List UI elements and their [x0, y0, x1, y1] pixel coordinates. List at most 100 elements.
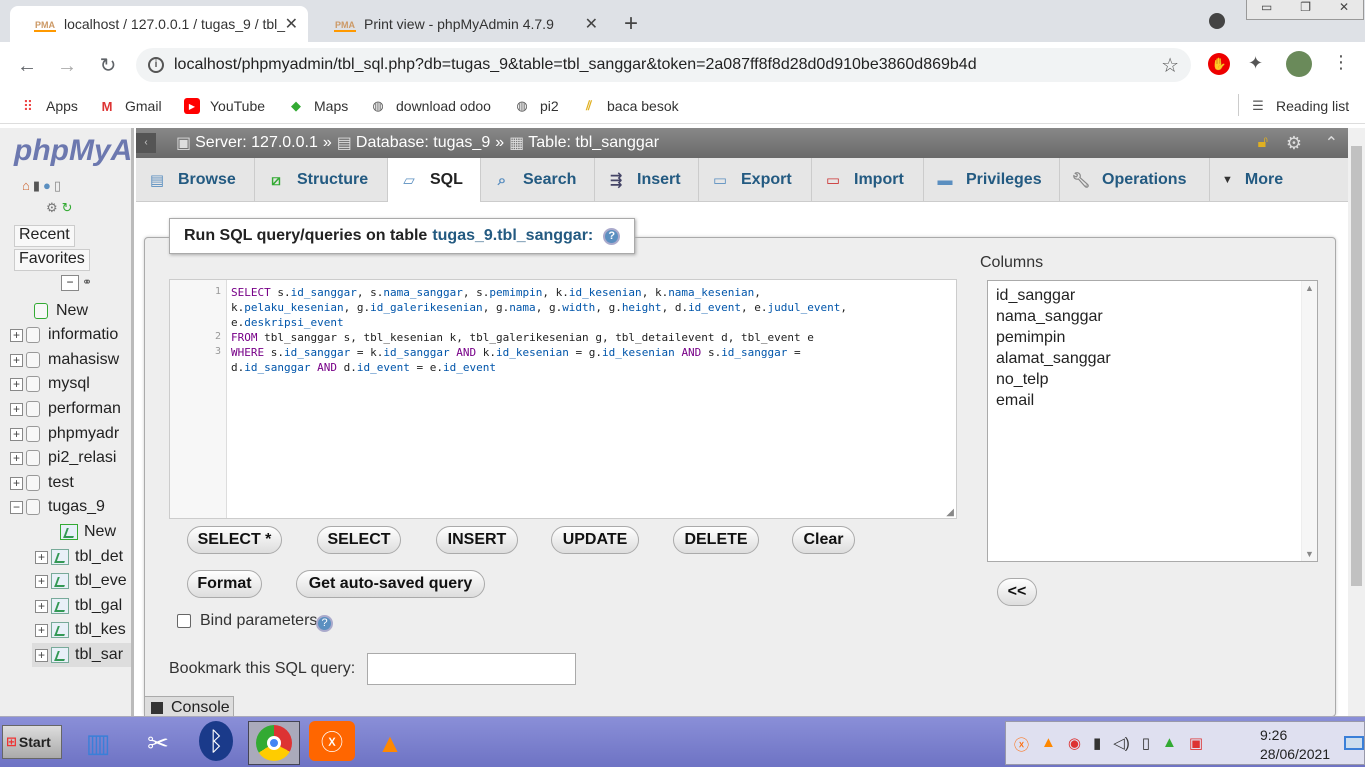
home-icon[interactable]: ⌂ [22, 178, 30, 194]
reload-icon[interactable]: ↻ [94, 52, 122, 80]
close-window-icon[interactable]: ✕ [1339, 0, 1349, 19]
network-signal-icon[interactable]: ▮ [1093, 734, 1101, 755]
vlc-icon[interactable]: ▲ [364, 721, 416, 765]
close-tab-icon[interactable]: ✕ [285, 14, 298, 34]
gear-icon[interactable]: ⚙ [1286, 133, 1302, 154]
clock-time[interactable]: 9:26 [1260, 727, 1287, 743]
bookmark-pi2[interactable]: ◍ pi2 [514, 96, 558, 116]
tree-item-db[interactable]: + phpmyadr [10, 422, 119, 446]
bookmark-youtube[interactable]: ▶ YouTube [184, 96, 265, 116]
expand-icon[interactable]: + [35, 550, 48, 564]
drive-tray-icon[interactable]: ▲ [1162, 734, 1177, 755]
expand-icon[interactable]: + [35, 648, 48, 662]
close-tab-icon[interactable]: ✕ [585, 14, 598, 34]
collapse-all-icon[interactable]: − [61, 275, 79, 291]
tree-item-db[interactable]: + mahasisw [10, 348, 119, 372]
tree-item-table[interactable]: + tbl_eve [35, 569, 127, 593]
browser-tab-active[interactable]: PMA localhost / 127.0.0.1 / tugas_9 / tb… [10, 6, 308, 42]
logout-icon[interactable]: ▮ [33, 178, 40, 194]
collapse-icon[interactable]: − [10, 500, 23, 514]
reading-list[interactable]: ☰ Reading list [1250, 96, 1349, 116]
column-option[interactable]: alamat_sanggar [996, 350, 1111, 368]
tab-more[interactable]: ▼ More [1210, 158, 1292, 202]
expand-icon[interactable]: + [10, 377, 23, 391]
show-desktop-icon[interactable] [1344, 736, 1364, 750]
start-button[interactable]: ⊞ Start [2, 725, 62, 759]
tree-item-db-expanded[interactable]: − tugas_9 [10, 495, 105, 519]
expand-icon[interactable]: + [35, 599, 48, 613]
resize-handle-icon[interactable]: ◢ [946, 507, 954, 518]
help-icon[interactable]: ? [603, 227, 621, 245]
expand-icon[interactable]: + [10, 451, 23, 465]
bluetooth-icon[interactable]: ᛒ [199, 721, 233, 761]
columns-list[interactable]: id_sanggar nama_sanggar pemimpin alamat_… [987, 280, 1318, 562]
adblock-extension-icon[interactable]: ✋ [1208, 53, 1230, 75]
network-disconnected-icon[interactable]: ▣ [1189, 734, 1203, 755]
bookmark-baca-besok[interactable]: ⫽ baca besok [581, 96, 679, 116]
phpmyadmin-logo[interactable]: phpMyA [14, 134, 131, 168]
battery-icon[interactable]: ▯ [1142, 734, 1150, 755]
url-text[interactable]: localhost/phpmyadmin/tbl_sql.php?db=tuga… [174, 56, 977, 74]
vlc-tray-icon[interactable]: ▲ [1041, 734, 1056, 755]
tree-item-table-selected[interactable]: + tbl_sar [32, 643, 131, 667]
column-option[interactable]: no_telp [996, 371, 1049, 389]
clear-button[interactable]: Clear [792, 526, 855, 554]
bookmark-maps[interactable]: ◆ Maps [288, 96, 348, 116]
scroll-down-icon[interactable]: ▼ [1305, 549, 1314, 559]
tab-operations[interactable]: 🔧︎ Operations [1060, 158, 1210, 202]
favorites-tab[interactable]: Favorites [14, 249, 90, 271]
console-toggle[interactable]: Console [144, 696, 234, 718]
antivirus-tray-icon[interactable]: ◉ [1068, 734, 1081, 755]
column-option[interactable]: id_sanggar [996, 287, 1075, 305]
page-scrollbar[interactable] [1348, 128, 1365, 716]
sql-editor[interactable]: 1 2 3 SELECT s.id_sanggar, s.nama_sangga… [169, 279, 957, 519]
column-option[interactable]: nama_sanggar [996, 308, 1103, 326]
bookmark-download-odoo[interactable]: ◍ download odoo [370, 96, 491, 116]
bookmark-apps[interactable]: ⠿ Apps [20, 96, 78, 116]
expand-icon[interactable]: + [10, 353, 23, 367]
omnibox[interactable]: i localhost/phpmyadmin/tbl_sql.php?db=tu… [136, 48, 1191, 82]
scroll-up-icon[interactable]: ▲ [1305, 283, 1314, 293]
help-icon[interactable]: ● [43, 178, 51, 194]
tab-privileges[interactable]: ▬ Privileges [924, 158, 1060, 202]
help-icon[interactable]: ? [316, 615, 333, 632]
scroll-thumb[interactable] [1351, 146, 1362, 586]
tab-structure[interactable]: ⧄ Structure [255, 158, 388, 202]
new-tab-button[interactable]: + [624, 10, 638, 38]
tree-item-table[interactable]: + tbl_gal [35, 594, 122, 618]
tree-item-table[interactable]: + tbl_det [35, 545, 123, 569]
browser-tab[interactable]: PMA Print view - phpMyAdmin 4.7.9 ✕ [310, 6, 608, 42]
tab-search[interactable]: ⌕ Search [481, 158, 595, 202]
tab-insert[interactable]: ⇶ Insert [595, 158, 699, 202]
breadcrumb-table[interactable]: Table: tbl_sanggar [528, 134, 659, 152]
select-star-button[interactable]: SELECT * [187, 526, 282, 554]
expand-icon[interactable]: + [10, 402, 23, 416]
tree-item-db[interactable]: + test [10, 471, 74, 495]
collapse-sidebar-icon[interactable]: ‹ [136, 133, 156, 153]
expand-icon[interactable]: + [35, 623, 48, 637]
column-option[interactable]: pemimpin [996, 329, 1065, 347]
xampp-icon[interactable]: ⓧ [309, 721, 355, 761]
tree-item-db[interactable]: + mysql [10, 372, 90, 396]
forward-arrow-icon[interactable]: → [53, 52, 81, 80]
insert-button[interactable]: INSERT [436, 526, 518, 554]
breadcrumb-database[interactable]: Database: tugas_9 [356, 134, 490, 152]
file-explorer-icon[interactable]: ▥ [72, 721, 124, 765]
volume-icon[interactable]: ◁) [1113, 734, 1130, 755]
tree-item-db[interactable]: + informatio [10, 323, 118, 347]
xampp-tray-icon[interactable]: ⓧ [1014, 734, 1029, 755]
tab-sql[interactable]: ▱ SQL [388, 158, 481, 202]
chrome-icon[interactable] [248, 721, 300, 765]
minimize-icon[interactable]: ▭ [1261, 0, 1272, 19]
tree-item-new[interactable]: New [34, 299, 88, 323]
legend-table-link[interactable]: tugas_9.tbl_sanggar: [432, 227, 593, 245]
format-button[interactable]: Format [187, 570, 262, 598]
collapse-top-icon[interactable]: ⌃ [1325, 133, 1338, 153]
tab-export[interactable]: ▭ Export [699, 158, 812, 202]
tree-item-db[interactable]: + performan [10, 397, 121, 421]
tree-item-db[interactable]: + pi2_relasi [10, 446, 116, 470]
avatar[interactable] [1286, 51, 1312, 77]
back-arrow-icon[interactable]: ← [13, 52, 41, 80]
bookmark-star-icon[interactable]: ☆ [1161, 53, 1179, 78]
expand-icon[interactable]: + [10, 427, 23, 441]
